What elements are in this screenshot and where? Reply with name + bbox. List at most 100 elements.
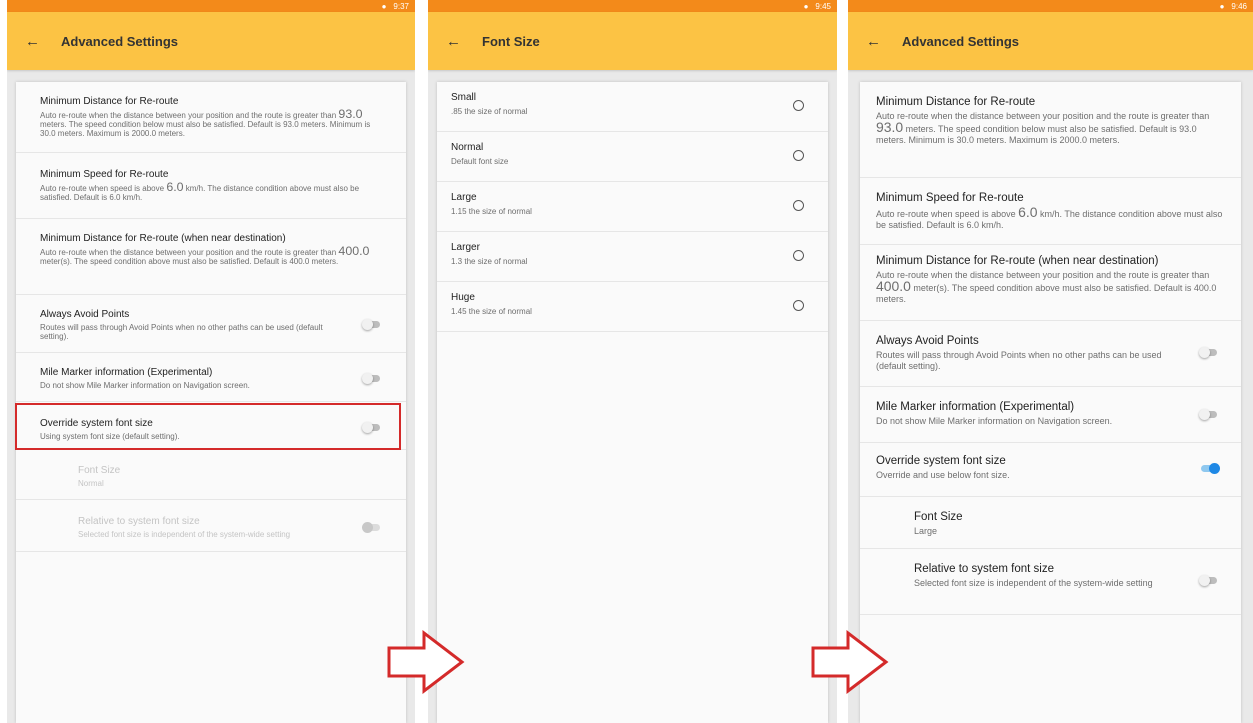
setting-min-distance-near-destination[interactable]: Minimum Distance for Re-route (when near…: [860, 245, 1241, 321]
screen-advanced-settings-after: ● 9:46 ← Advanced Settings Minimum Dista…: [848, 0, 1253, 723]
setting-summary: Large: [914, 526, 938, 536]
override-font-size-toggle[interactable]: [1201, 462, 1220, 474]
back-arrow-icon[interactable]: ←: [25, 33, 41, 50]
setting-summary: Override and use below font size.: [876, 470, 1010, 480]
option-desc: 1.45 the size of normal: [451, 307, 532, 316]
option-label: Small: [451, 92, 477, 103]
always-avoid-points-toggle[interactable]: [362, 318, 380, 330]
page-title: Advanced Settings: [61, 33, 179, 49]
setting-summary: Auto re-route when the distance between …: [876, 270, 1217, 304]
status-time: 9:37: [393, 1, 409, 11]
option-label: Huge: [451, 292, 475, 303]
setting-min-distance-reroute[interactable]: Minimum Distance for Re-route Auto re-ro…: [16, 82, 406, 153]
page-title: Advanced Settings: [902, 33, 1020, 49]
highlight-box: [15, 403, 401, 450]
setting-value: 400.0: [876, 278, 911, 294]
radio-button[interactable]: [793, 300, 804, 311]
font-option-large[interactable]: Large 1.15 the size of normal: [437, 182, 828, 232]
status-bar: ● 9:45: [428, 0, 837, 12]
setting-value: 6.0: [1018, 204, 1038, 220]
location-pin-icon: ●: [381, 1, 387, 11]
setting-title: Font Size: [78, 465, 121, 476]
setting-summary: Auto re-route when the distance between …: [40, 107, 371, 138]
setting-summary: Routes will pass through Avoid Points wh…: [876, 350, 1162, 371]
status-bar: ● 9:37: [7, 0, 415, 12]
setting-value: 6.0: [166, 180, 184, 194]
setting-summary: Auto re-route when speed is above 6.0 km…: [876, 204, 1223, 230]
setting-title: Minimum Distance for Re-route: [40, 96, 179, 107]
option-desc: Default font size: [451, 157, 509, 166]
setting-title: Always Avoid Points: [876, 335, 979, 347]
setting-title: Relative to system font size: [914, 563, 1054, 575]
setting-min-distance-near-destination[interactable]: Minimum Distance for Re-route (when near…: [16, 219, 406, 295]
option-desc: 1.3 the size of normal: [451, 257, 528, 266]
option-desc: 1.15 the size of normal: [451, 207, 532, 216]
app-bar: ← Font Size: [428, 12, 837, 70]
option-label: Larger: [451, 242, 480, 253]
setting-font-size-disabled: Font Size Normal: [16, 450, 406, 500]
font-option-larger[interactable]: Larger 1.3 the size of normal: [437, 232, 828, 282]
always-avoid-points-toggle[interactable]: [1199, 346, 1217, 358]
setting-always-avoid-points[interactable]: Always Avoid Points Routes will pass thr…: [860, 321, 1241, 387]
app-bar: ← Advanced Settings: [7, 12, 415, 70]
setting-title: Minimum Distance for Re-route (when near…: [40, 233, 286, 244]
location-pin-icon: ●: [1219, 1, 1225, 11]
font-size-options: Small .85 the size of normal Normal Defa…: [437, 82, 828, 723]
setting-font-size[interactable]: Font Size Large: [860, 497, 1241, 549]
option-label: Large: [451, 192, 477, 203]
setting-title: Relative to system font size: [78, 516, 200, 527]
option-desc: .85 the size of normal: [451, 107, 528, 116]
screen-font-size: ● 9:45 ← Font Size Small .85 the size of…: [428, 0, 837, 723]
location-pin-icon: ●: [803, 1, 809, 11]
setting-min-speed-reroute[interactable]: Minimum Speed for Re-route Auto re-route…: [16, 153, 406, 219]
screen-advanced-settings-before: ● 9:37 ← Advanced Settings Minimum Dista…: [7, 0, 415, 723]
radio-button[interactable]: [793, 250, 804, 261]
setting-summary: Normal: [78, 479, 104, 488]
setting-title: Override system font size: [876, 455, 1006, 467]
app-bar: ← Advanced Settings: [848, 12, 1253, 70]
settings-list: Minimum Distance for Re-route Auto re-ro…: [860, 82, 1241, 723]
setting-summary: Selected font size is independent of the…: [78, 530, 291, 539]
back-arrow-icon[interactable]: ←: [446, 33, 462, 50]
page-title: Font Size: [482, 33, 540, 49]
setting-title: Minimum Distance for Re-route (when near…: [876, 255, 1159, 267]
next-step-arrow-icon: [387, 630, 465, 694]
setting-summary: Do not show Mile Marker information on N…: [876, 416, 1113, 426]
setting-min-distance-reroute[interactable]: Minimum Distance for Re-route Auto re-ro…: [860, 82, 1241, 178]
mile-marker-toggle[interactable]: [1199, 408, 1217, 420]
setting-relative-font-size-disabled: Relative to system font size Selected fo…: [16, 500, 406, 552]
setting-title: Always Avoid Points: [40, 309, 130, 320]
setting-title: Font Size: [914, 511, 963, 523]
back-arrow-icon[interactable]: ←: [866, 33, 882, 50]
setting-relative-font-size[interactable]: Relative to system font size Selected fo…: [860, 549, 1241, 615]
setting-title: Minimum Distance for Re-route: [876, 96, 1036, 108]
radio-button[interactable]: [793, 100, 804, 111]
setting-value: 400.0: [338, 244, 370, 258]
setting-always-avoid-points[interactable]: Always Avoid Points Routes will pass thr…: [16, 295, 406, 353]
radio-button[interactable]: [793, 200, 804, 211]
setting-summary: Selected font size is independent of the…: [914, 578, 1153, 588]
font-option-small[interactable]: Small .85 the size of normal: [437, 82, 828, 132]
mile-marker-toggle[interactable]: [362, 372, 380, 384]
option-label: Normal: [451, 142, 484, 153]
setting-summary: Auto re-route when speed is above 6.0 km…: [40, 180, 360, 202]
setting-mile-marker[interactable]: Mile Marker information (Experimental) D…: [16, 353, 406, 402]
radio-button[interactable]: [793, 150, 804, 161]
setting-title: Mile Marker information (Experimental): [40, 367, 213, 378]
font-option-huge[interactable]: Huge 1.45 the size of normal: [437, 282, 828, 332]
setting-title: Mile Marker information (Experimental): [876, 401, 1075, 413]
relative-font-size-toggle[interactable]: [1199, 574, 1217, 586]
setting-title: Minimum Speed for Re-route: [876, 192, 1024, 204]
setting-summary: Do not show Mile Marker information on N…: [40, 381, 250, 390]
setting-summary: Auto re-route when the distance between …: [876, 111, 1210, 145]
setting-value: 93.0: [876, 119, 904, 135]
setting-summary: Routes will pass through Avoid Points wh…: [40, 323, 323, 341]
setting-override-font-size[interactable]: Override system font size Override and u…: [860, 443, 1241, 497]
status-time: 9:45: [815, 1, 831, 11]
setting-mile-marker[interactable]: Mile Marker information (Experimental) D…: [860, 387, 1241, 443]
font-option-normal[interactable]: Normal Default font size: [437, 132, 828, 182]
setting-title: Minimum Speed for Re-route: [40, 169, 169, 180]
relative-font-size-toggle: [362, 521, 380, 533]
status-time: 9:46: [1231, 1, 1247, 11]
setting-min-speed-reroute[interactable]: Minimum Speed for Re-route Auto re-route…: [860, 178, 1241, 245]
